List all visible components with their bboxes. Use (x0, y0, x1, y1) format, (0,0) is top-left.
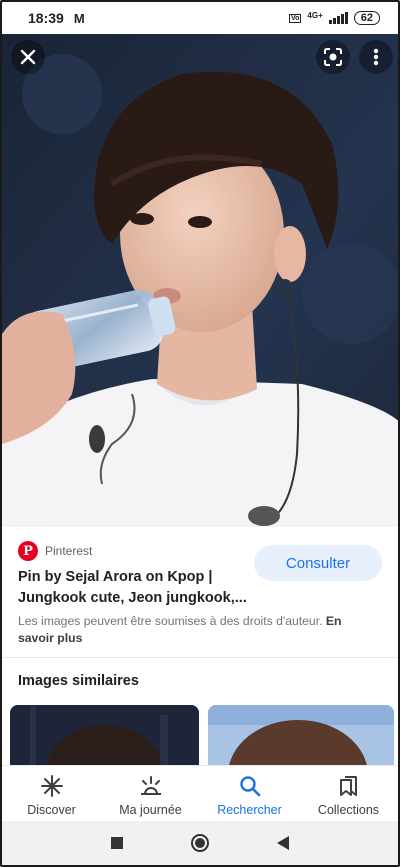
similar-image-1[interactable] (10, 705, 199, 765)
result-info: P Pinterest Pin by Sejal Arora on Kpop |… (2, 527, 398, 652)
search-icon (239, 775, 261, 797)
nav-rechercher[interactable]: Rechercher (200, 766, 299, 821)
nav-collections[interactable]: Collections (299, 766, 398, 821)
back-button[interactable] (276, 835, 290, 856)
volte-icon: Vo (288, 13, 302, 23)
result-title[interactable]: Pin by Sejal Arora on Kpop | Jungkook cu… (18, 567, 250, 609)
source-name: Pinterest (45, 544, 93, 558)
nav-discover-label: Discover (27, 803, 76, 817)
network-type: 4G+ (307, 11, 323, 20)
status-indicators: Vo 4G+ 62 (288, 11, 380, 25)
more-vert-icon (373, 48, 379, 66)
divider (2, 657, 398, 658)
signal-icon (328, 12, 348, 24)
bottom-navigation: Discover Ma journée Rechercher Collectio… (2, 765, 398, 821)
screen: 18:39 M Vo 4G+ 62 P Pinterest Pin by Sej… (0, 0, 400, 867)
lens-search-icon (324, 48, 342, 66)
status-time: 18:39 (28, 10, 64, 26)
similar-image-1-photo (10, 705, 199, 765)
more-options-button[interactable] (359, 40, 393, 74)
sunrise-icon (139, 775, 163, 797)
result-photo (2, 34, 398, 527)
lens-search-button[interactable] (316, 40, 350, 74)
asterisk-icon (40, 775, 63, 797)
bookmarks-icon (338, 775, 360, 797)
nav-rechercher-label: Rechercher (217, 803, 282, 817)
home-button[interactable] (190, 833, 210, 858)
back-triangle-icon (277, 835, 289, 850)
notice-text: Les images peuvent être soumises à des d… (18, 614, 323, 628)
nav-collections-label: Collections (317, 803, 380, 817)
status-bar: 18:39 M Vo 4G+ 62 (2, 2, 398, 34)
nav-ma-journee[interactable]: Ma journée (101, 766, 200, 821)
close-icon (20, 49, 36, 65)
image-viewer[interactable] (2, 34, 398, 527)
battery-icon: 62 (353, 11, 380, 25)
gmail-icon: M (73, 10, 85, 26)
copyright-notice: Les images peuvent être soumises à des d… (18, 613, 368, 647)
recents-button[interactable] (110, 836, 124, 855)
square-icon (111, 836, 123, 849)
system-navigation-bar (2, 821, 398, 865)
pinterest-icon: P (18, 541, 38, 561)
similar-images-title: Images similaires (18, 673, 139, 689)
home-circle-icon (191, 833, 209, 852)
close-button[interactable] (11, 40, 45, 74)
nav-ma-journee-label: Ma journée (119, 803, 182, 817)
nav-discover[interactable]: Discover (2, 766, 101, 821)
similar-image-2-photo (208, 705, 394, 765)
source-row[interactable]: P Pinterest (18, 541, 92, 561)
consult-button[interactable]: Consulter (254, 545, 382, 581)
similar-image-2[interactable] (208, 705, 394, 765)
